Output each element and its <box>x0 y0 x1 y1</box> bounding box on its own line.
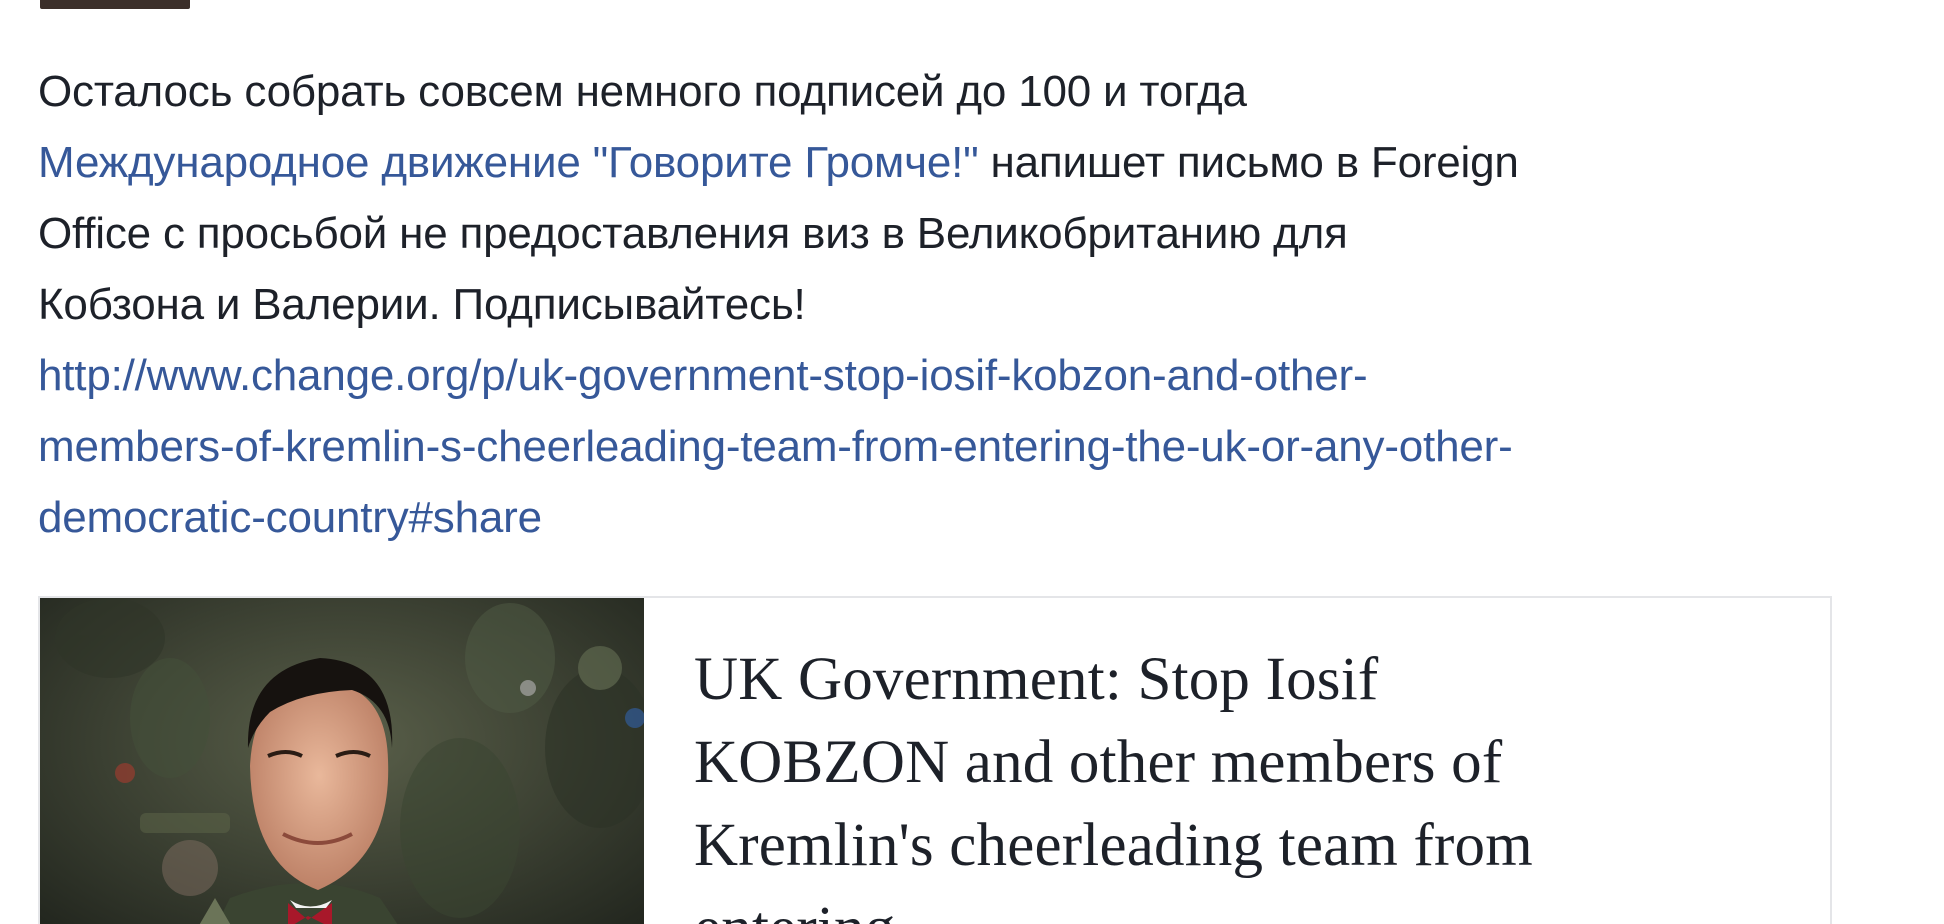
mention-link[interactable]: Международное движение "Говорите Громче!… <box>38 138 979 187</box>
link-preview-title-line: entering... <box>694 887 1814 924</box>
link-preview-title[interactable]: UK Government: Stop Iosif KOBZON and oth… <box>694 638 1814 924</box>
post-text-segment: напишет письмо в Foreign <box>978 138 1519 187</box>
post-text-line: Office с просьбой не предоставления виз … <box>38 209 1348 258</box>
post-body: Осталось собрать совсем немного подписей… <box>38 56 1918 553</box>
link-preview-card[interactable]: UK Government: Stop Iosif KOBZON and oth… <box>38 596 1832 924</box>
link-preview-title-line: Kremlin's cheerleading team from <box>694 812 1533 879</box>
post-text-line: Осталось собрать совсем немного подписей… <box>38 67 1247 116</box>
petition-url-link[interactable]: democratic-country#share <box>38 482 1918 553</box>
post-text-line: Кобзона и Валерии. Подписывайтесь! <box>38 280 806 329</box>
link-preview-body: UK Government: Stop Iosif KOBZON and oth… <box>644 598 1830 924</box>
petition-url-link[interactable]: members-of-kremlin-s-cheerleading-team-f… <box>38 411 1918 482</box>
facebook-post: Осталось собрать совсем немного подписей… <box>0 0 1944 924</box>
link-preview-image[interactable] <box>40 598 644 924</box>
petition-url-link[interactable]: http://www.change.org/p/uk-government-st… <box>38 340 1918 411</box>
link-preview-title-line: UK Government: Stop Iosif <box>694 646 1379 713</box>
link-preview-title-line: KOBZON and other members of <box>694 729 1503 796</box>
post-text-line: Международное движение "Говорите Громче!… <box>38 127 1918 198</box>
avatar[interactable] <box>40 0 190 9</box>
singer-photo-image <box>40 598 644 924</box>
